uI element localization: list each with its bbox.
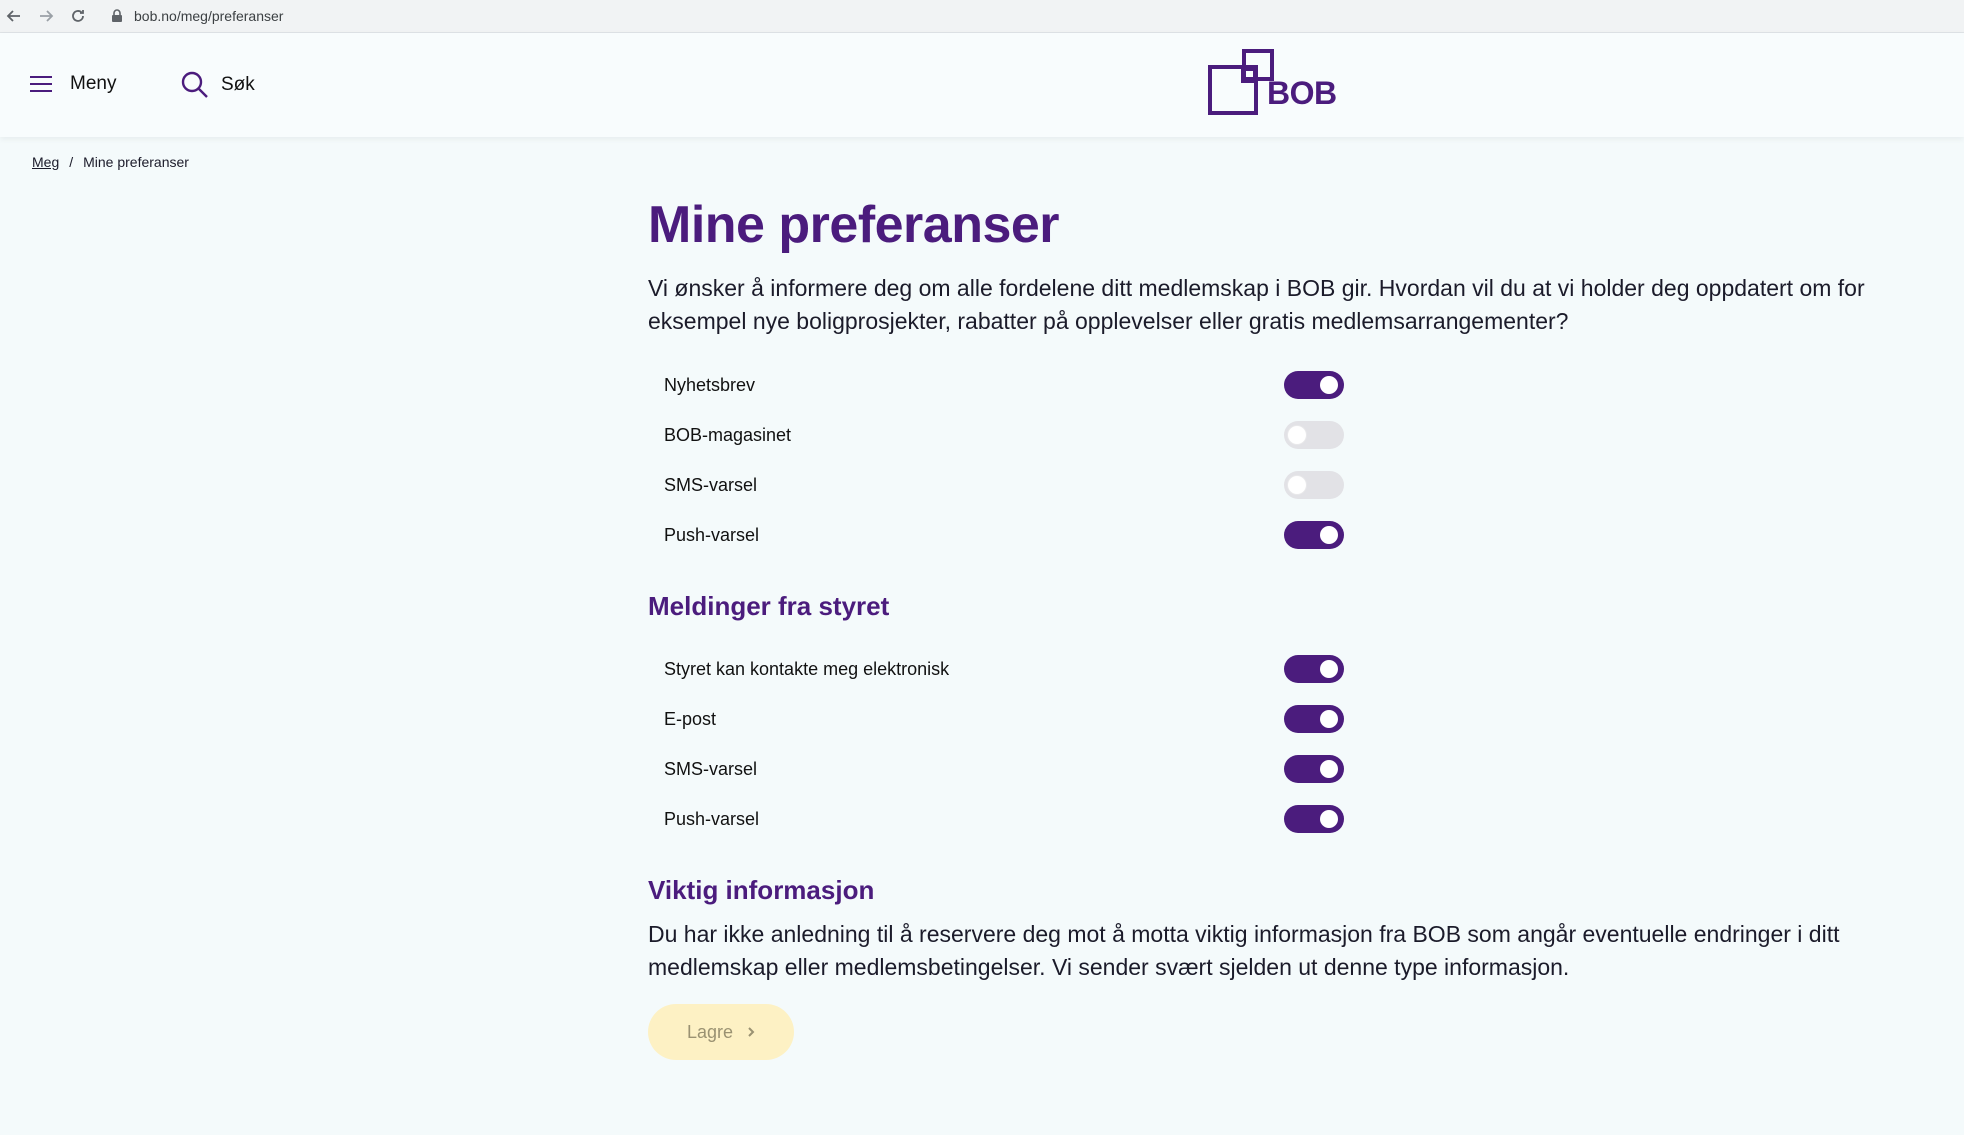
url-text: bob.no/meg/preferanser bbox=[134, 8, 284, 24]
toggle-styret-kontakt[interactable] bbox=[1284, 655, 1344, 683]
pref-label: SMS-varsel bbox=[664, 474, 758, 495]
chevron-right-icon bbox=[748, 1027, 755, 1037]
back-arrow-icon[interactable] bbox=[2, 4, 26, 28]
reload-icon[interactable] bbox=[66, 4, 90, 28]
pref-row-board-sms-varsel: SMS-varsel bbox=[648, 744, 1888, 794]
forward-arrow-icon[interactable] bbox=[34, 4, 58, 28]
pref-row-nyhetsbrev: Nyhetsbrev bbox=[648, 360, 1888, 410]
pref-row-sms-varsel: SMS-varsel bbox=[648, 460, 1888, 510]
save-button[interactable]: Lagre bbox=[648, 1004, 794, 1060]
browser-toolbar: bob.no/meg/preferanser bbox=[0, 0, 1964, 33]
hamburger-icon bbox=[30, 76, 52, 92]
intro-text: Vi ønsker å informere deg om alle fordel… bbox=[648, 275, 1865, 334]
menu-button[interactable]: Meny bbox=[30, 73, 116, 95]
search-button[interactable]: Søk bbox=[181, 71, 255, 99]
toggle-knob bbox=[1320, 376, 1338, 394]
logo-text: BOB bbox=[1267, 75, 1337, 111]
pref-label: BOB-magasinet bbox=[664, 424, 792, 445]
pref-label: SMS-varsel bbox=[664, 758, 758, 779]
important-info-text: Du har ikke anledning til å reservere de… bbox=[648, 921, 1840, 980]
toggle-sms-varsel[interactable] bbox=[1284, 471, 1344, 499]
toggle-board-push-varsel[interactable] bbox=[1284, 805, 1344, 833]
toggle-bob-magasinet[interactable] bbox=[1284, 421, 1344, 449]
section-title: Meldinger fra styret bbox=[648, 591, 890, 621]
save-label: Lagre bbox=[686, 1021, 734, 1042]
pref-row-board-push-varsel: Push-varsel bbox=[648, 794, 1888, 844]
lock-icon bbox=[112, 9, 122, 22]
toggle-knob bbox=[1320, 660, 1338, 678]
toggle-knob bbox=[1320, 526, 1338, 544]
pref-label: Push-varsel bbox=[664, 524, 760, 545]
toggle-knob bbox=[1320, 810, 1338, 828]
preferences-list: Nyhetsbrev BOB-magasinet SMS-varsel Push… bbox=[648, 360, 1888, 560]
pref-label: E-post bbox=[664, 708, 717, 729]
pref-row-styret-kontakt: Styret kan kontakte meg elektronisk bbox=[648, 644, 1888, 694]
section-title: Viktig informasjon bbox=[648, 875, 875, 905]
search-icon bbox=[181, 71, 208, 98]
pref-row-push-varsel: Push-varsel bbox=[648, 510, 1888, 560]
menu-label: Meny bbox=[70, 73, 117, 94]
board-preferences-list: Styret kan kontakte meg elektronisk E-po… bbox=[648, 644, 1888, 844]
toggle-e-post[interactable] bbox=[1284, 705, 1344, 733]
board-messages-section: Meldinger fra styret Styret kan kontakte… bbox=[648, 588, 1888, 844]
toggle-knob bbox=[1320, 760, 1338, 778]
toggle-knob bbox=[1288, 476, 1306, 494]
toggle-knob bbox=[1288, 426, 1306, 444]
pref-label: Nyhetsbrev bbox=[664, 374, 756, 395]
address-bar[interactable]: bob.no/meg/preferanser bbox=[100, 4, 1950, 28]
pref-label: Styret kan kontakte meg elektronisk bbox=[664, 658, 950, 679]
important-info-section: Viktig informasjon Du har ikke anledning… bbox=[648, 872, 1888, 984]
pref-row-bob-magasinet: BOB-magasinet bbox=[648, 410, 1888, 460]
pref-row-e-post: E-post bbox=[648, 694, 1888, 744]
search-label: Søk bbox=[221, 74, 255, 95]
pref-label: Push-varsel bbox=[664, 808, 760, 829]
main-content: Mine preferanser Vi ønsker å informere d… bbox=[648, 190, 1888, 1060]
breadcrumb-current: Mine preferanser bbox=[83, 154, 189, 170]
toggle-push-varsel[interactable] bbox=[1284, 521, 1344, 549]
breadcrumb-link-meg[interactable]: Meg bbox=[32, 154, 59, 170]
breadcrumb: Meg / Mine preferanser bbox=[32, 154, 189, 170]
breadcrumb-separator: / bbox=[69, 154, 74, 170]
toggle-knob bbox=[1320, 710, 1338, 728]
site-header: Meny Søk BOB bbox=[0, 33, 1964, 137]
toggle-nyhetsbrev[interactable] bbox=[1284, 371, 1344, 399]
page-title: Mine preferanser bbox=[648, 196, 1060, 254]
toggle-board-sms-varsel[interactable] bbox=[1284, 755, 1344, 783]
